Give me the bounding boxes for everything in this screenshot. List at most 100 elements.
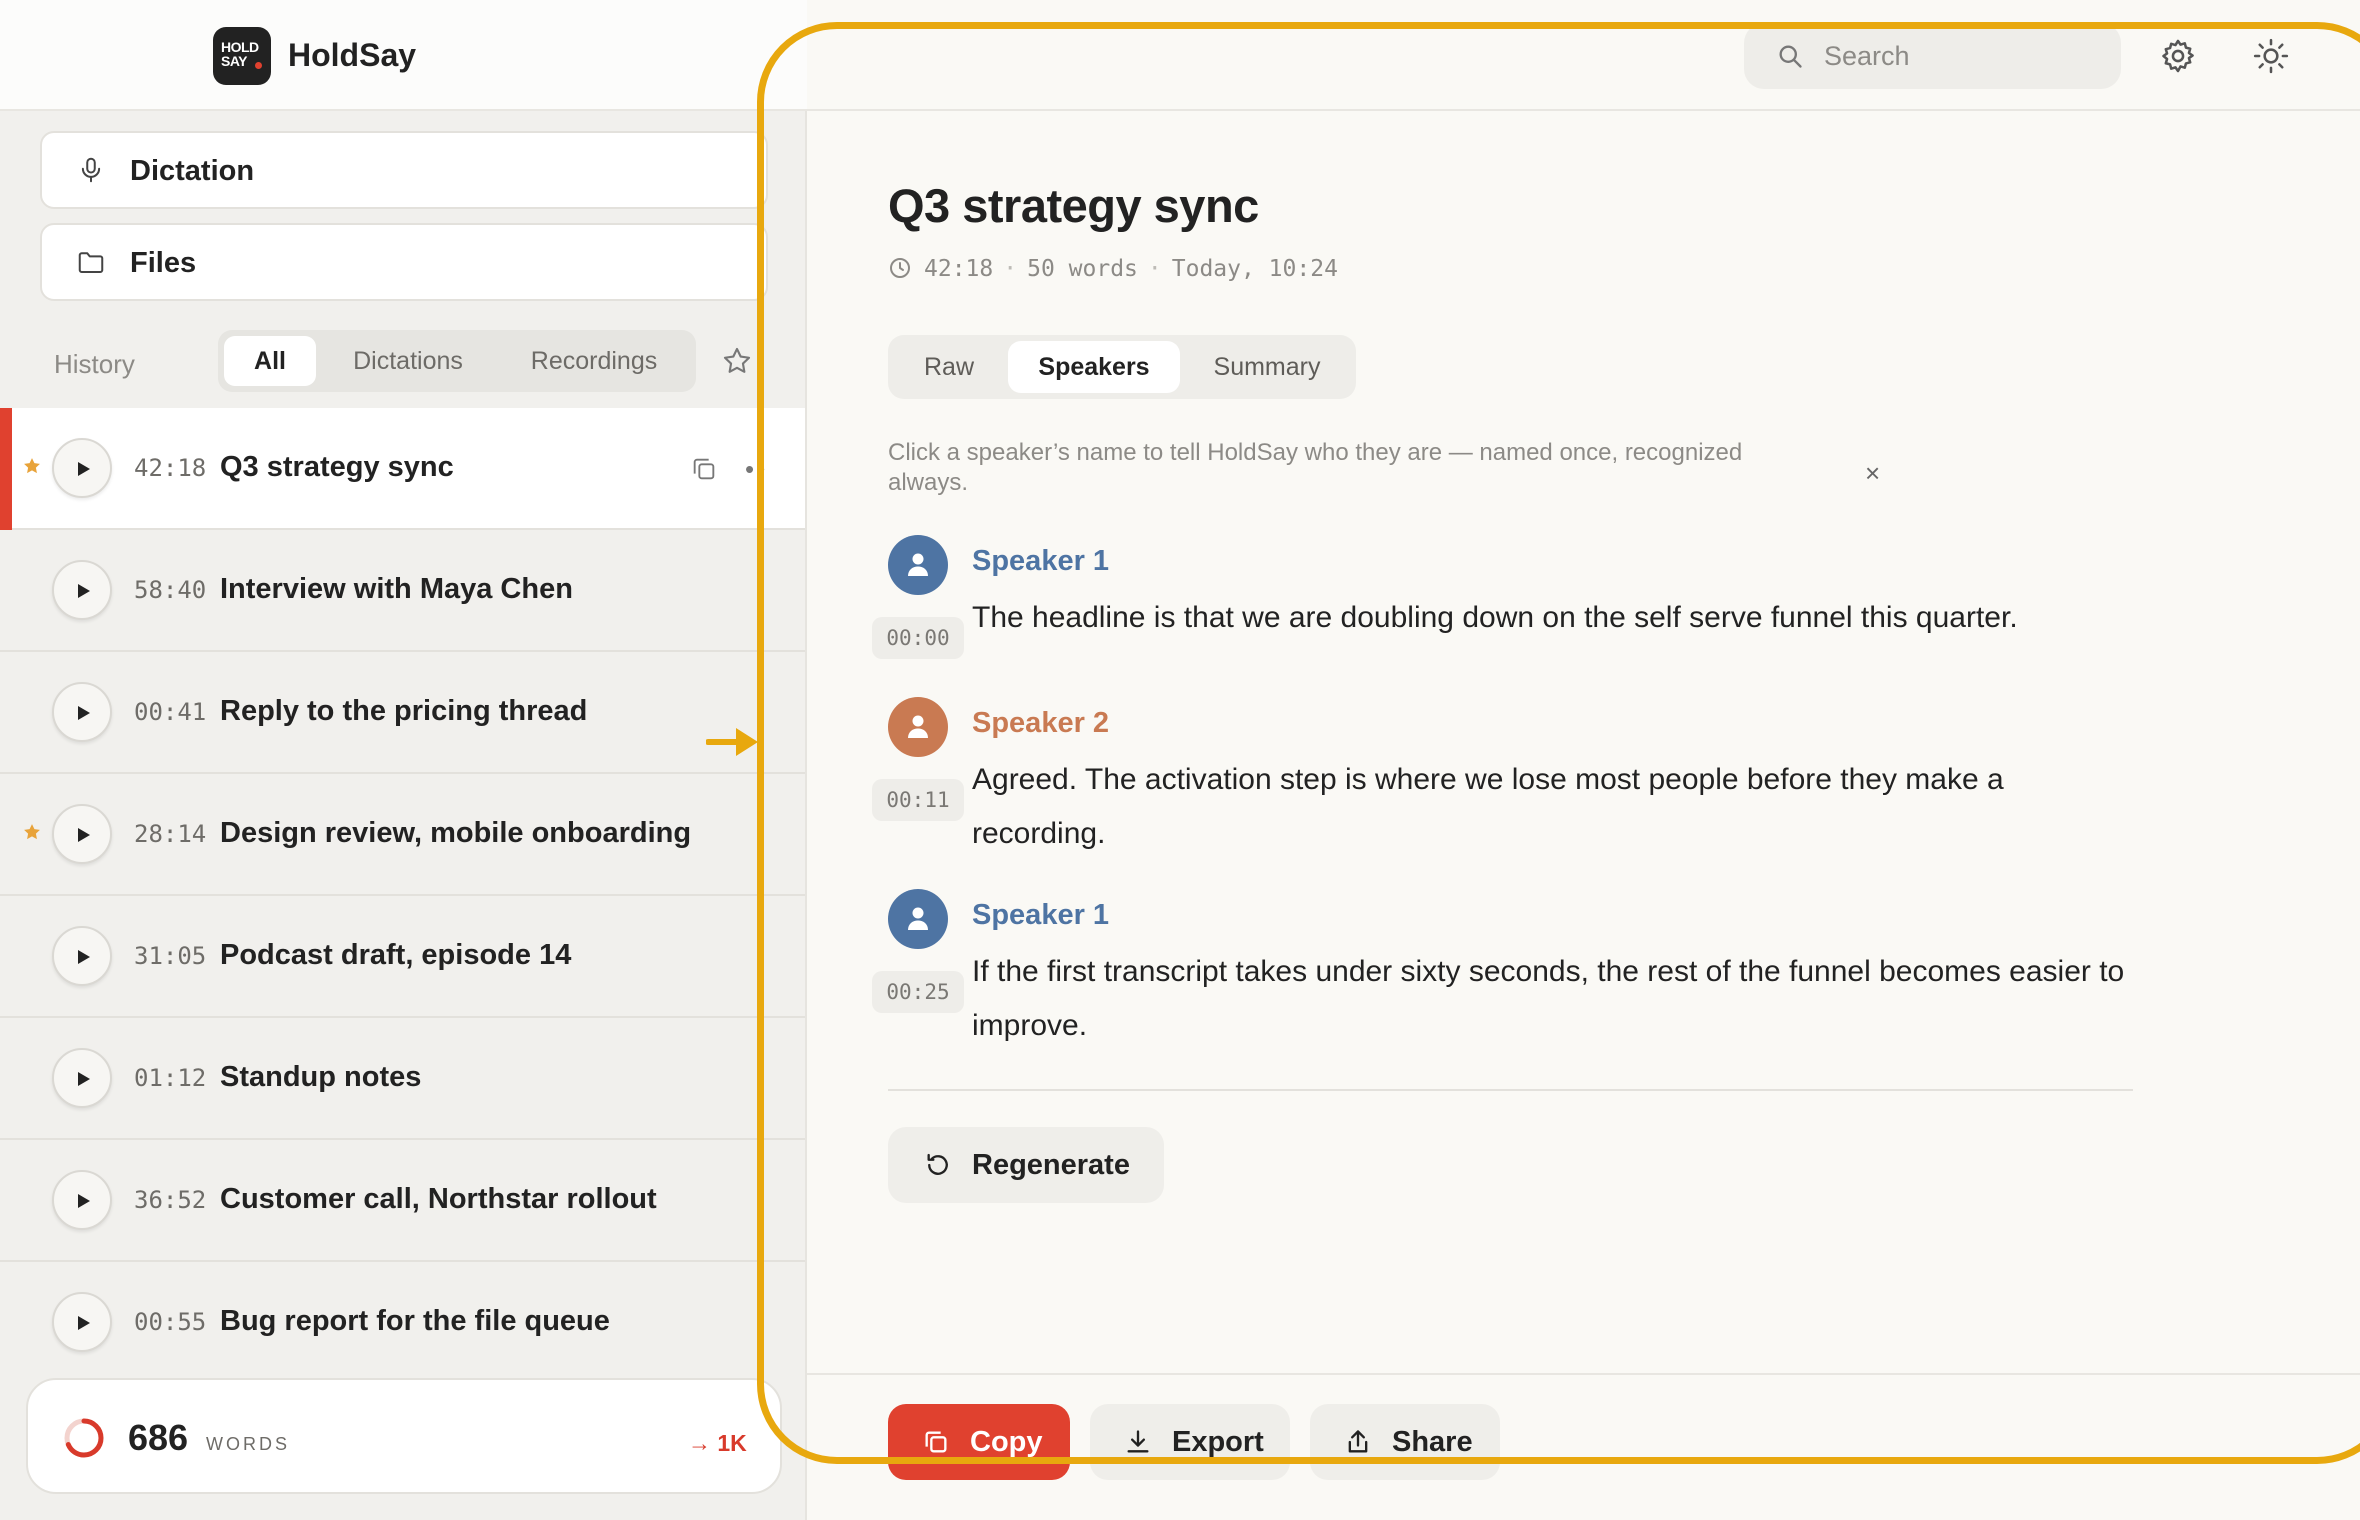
export-label: Export [1172, 1426, 1264, 1458]
search-input[interactable] [1824, 35, 2104, 77]
item-duration: 36:52 [134, 1186, 207, 1214]
speaker-name[interactable]: Speaker 2 [972, 707, 1109, 740]
history-item[interactable]: 36:52 Customer call, Northstar rollout [0, 1140, 805, 1262]
regenerate-label: Regenerate [972, 1149, 1130, 1181]
starred-filter-icon[interactable] [720, 344, 754, 378]
utterance-text: If the first transcript takes under sixt… [972, 955, 2125, 1042]
play-button[interactable] [52, 682, 112, 742]
play-button[interactable] [52, 804, 112, 864]
word-counter: 686 WORDS → 1K [26, 1378, 782, 1494]
item-title: Bug report for the file queue [220, 1305, 610, 1337]
history-label: History [54, 349, 135, 379]
filter-recordings[interactable]: Recordings [500, 336, 688, 386]
person-icon [908, 715, 928, 738]
play-icon [78, 1072, 90, 1086]
item-title: Podcast draft, episode 14 [220, 939, 572, 971]
word-goal: → 1K [688, 1430, 747, 1456]
item-duration: 00:41 [134, 698, 207, 726]
app-name: HoldSay [288, 37, 417, 73]
search-box[interactable] [1744, 23, 2121, 89]
more-icon[interactable]: •• [745, 456, 767, 482]
footer-divider [807, 1373, 2360, 1375]
tab-raw[interactable]: Raw [894, 341, 1004, 393]
item-duration: 01:12 [134, 1064, 207, 1092]
top-bar [807, 0, 2360, 111]
play-icon [78, 706, 90, 720]
item-title: Q3 strategy sync [220, 451, 454, 483]
item-duration: 58:40 [134, 576, 207, 604]
utterance-text: The headline is that we are doubling dow… [972, 601, 2018, 634]
nav-dictation-label: Dictation [130, 155, 255, 187]
history-item[interactable]: 28:14 Design review, mobile onboarding [0, 774, 805, 896]
timestamp[interactable]: 00:11 [872, 779, 964, 821]
copy-button[interactable]: Copy [888, 1404, 1070, 1480]
close-hint-button[interactable]: × [1865, 458, 1880, 489]
main-panel: Q3 strategy sync 42:18 · 50 words · Today, 1… [807, 0, 2360, 1520]
word-count-unit: WORDS [206, 1434, 290, 1454]
copy-label: Copy [970, 1426, 1043, 1458]
history-item[interactable]: 01:12 Standup notes [0, 1018, 805, 1140]
copy-icon[interactable] [690, 455, 718, 483]
search-icon [1779, 45, 1802, 68]
play-icon [78, 462, 90, 476]
speaker-name[interactable]: Speaker 1 [972, 545, 1109, 578]
play-icon [78, 1316, 90, 1330]
play-icon [78, 828, 90, 842]
item-title: Standup notes [220, 1061, 422, 1093]
nav-files-label: Files [130, 247, 197, 279]
nav-dictation-button[interactable]: Dictation [40, 131, 768, 209]
filter-all[interactable]: All [224, 336, 316, 386]
gear-icon[interactable] [2159, 37, 2197, 75]
timestamp[interactable]: 00:25 [872, 971, 964, 1013]
document-title: Q3 strategy sync [888, 179, 1259, 232]
share-button[interactable]: Share [1310, 1404, 1500, 1480]
refresh-icon [927, 1153, 948, 1175]
item-title: Interview with Maya Chen [220, 573, 573, 605]
meta-date: Today, 10:24 [1171, 256, 1338, 282]
utterance-text: Agreed. The activation step is where we … [972, 763, 2004, 850]
play-button[interactable] [52, 560, 112, 620]
meta-duration: 42:18 [924, 256, 994, 282]
download-icon [1127, 1430, 1149, 1453]
speaker-avatar [888, 535, 948, 595]
timestamp[interactable]: 00:00 [872, 617, 964, 659]
star-icon [24, 824, 40, 840]
meta-word-count: 50 words [1027, 256, 1138, 282]
person-icon [908, 553, 928, 576]
item-duration: 00:55 [134, 1308, 207, 1336]
filter-dictations[interactable]: Dictations [324, 336, 492, 386]
play-button[interactable] [52, 926, 112, 986]
play-button[interactable] [52, 1048, 112, 1108]
star-icon [24, 458, 40, 474]
microphone-icon [81, 157, 101, 183]
meta-separator: · [1147, 256, 1162, 282]
sidebar: HOLD SAY HoldSay Dictation Files History … [0, 0, 807, 1520]
play-icon [78, 950, 90, 964]
history-item[interactable]: 00:55 Bug report for the file queue [0, 1262, 805, 1384]
divider [888, 1089, 2133, 1091]
item-title: Customer call, Northstar rollout [220, 1183, 657, 1215]
nav-files-button[interactable]: Files [40, 223, 768, 301]
history-item[interactable]: 58:40 Interview with Maya Chen [0, 530, 805, 652]
clock-icon [890, 258, 910, 278]
meta-separator: · [1003, 256, 1018, 282]
export-button[interactable]: Export [1090, 1404, 1290, 1480]
history-item[interactable]: 42:18 Q3 strategy sync •• [0, 408, 805, 530]
app-logo: HOLD SAY [213, 27, 271, 85]
speaker-name[interactable]: Speaker 1 [972, 899, 1109, 932]
play-button[interactable] [52, 1292, 112, 1352]
history-item[interactable]: 00:41 Reply to the pricing thread [0, 652, 805, 774]
play-button[interactable] [52, 438, 112, 498]
folder-icon [78, 252, 104, 273]
history-item[interactable]: 31:05 Podcast draft, episode 14 [0, 896, 805, 1018]
item-duration: 42:18 [134, 454, 207, 482]
tab-summary[interactable]: Summary [1184, 341, 1350, 393]
item-duration: 28:14 [134, 820, 207, 848]
regenerate-button[interactable]: Regenerate [888, 1127, 1164, 1203]
theme-toggle-icon[interactable] [2252, 37, 2290, 75]
tab-speakers[interactable]: Speakers [1008, 341, 1180, 393]
speaker-avatar [888, 697, 948, 757]
speaker-avatar [888, 889, 948, 949]
history-filter: All Dictations Recordings [218, 330, 696, 392]
play-button[interactable] [52, 1170, 112, 1230]
